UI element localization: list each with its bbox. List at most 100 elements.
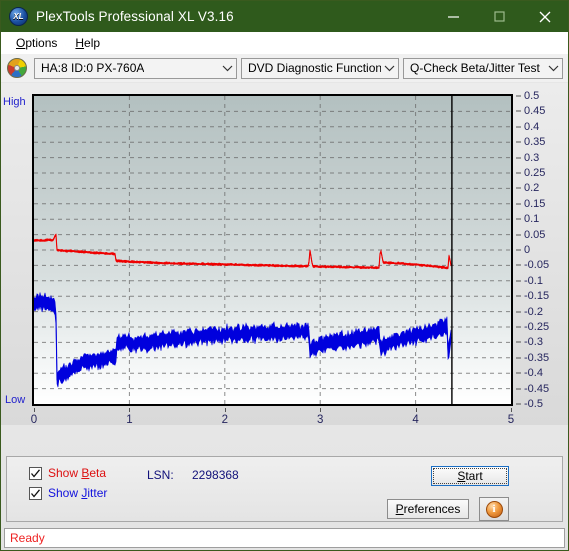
y-tick-label: 0.05 (524, 228, 546, 241)
title-bar: XL PlexTools Professional XL V3.16 (1, 1, 568, 32)
x-tick-label: 5 (507, 414, 515, 426)
y-tick-label: -0.25 (524, 321, 550, 333)
x-tick-label: 1 (126, 414, 133, 426)
y-tick-label: 0.3 (524, 151, 540, 164)
preferences-button[interactable]: Preferences (387, 499, 469, 519)
axis-low-label: Low (5, 394, 26, 406)
y-tick-mark (516, 126, 521, 128)
y-tick-label: -0.4 (524, 367, 543, 380)
x-tick-label: 4 (412, 414, 419, 426)
y-tick-mark (516, 249, 521, 251)
preferences-button-label-rest: references (403, 502, 461, 516)
x-axis: 0 1 2 3 4 5 (1, 408, 569, 430)
y-tick-label: -0.1 (524, 274, 543, 287)
y-tick-label: 0.35 (524, 136, 546, 149)
close-icon[interactable] (522, 1, 568, 32)
plextools-window: XL PlexTools Professional XL V3.16 Optio… (0, 0, 569, 551)
show-jitter-row[interactable]: Show Jitter (29, 486, 107, 500)
x-tick-mark (511, 408, 512, 412)
y-tick-mark (516, 372, 521, 374)
show-beta-checkbox[interactable] (29, 466, 42, 480)
y-tick-label: 0.1 (524, 213, 540, 226)
y-tick-mark (516, 295, 521, 297)
y-tick-label: -0.45 (524, 382, 550, 395)
chevron-down-icon (544, 59, 562, 78)
menu-item-options[interactable]: Options (7, 34, 66, 52)
axis-high-label: High (3, 96, 26, 108)
x-tick-label: 0 (30, 414, 38, 426)
start-button[interactable]: Start (431, 466, 509, 486)
y-tick-mark (516, 218, 521, 220)
x-tick-label: 2 (221, 414, 228, 426)
lsn-label: LSN: (147, 468, 174, 482)
y-tick-mark (516, 141, 521, 143)
y-tick-label: -0.3 (524, 336, 543, 349)
x-tick-mark (129, 408, 131, 412)
start-button-label-rest: tart (465, 469, 483, 483)
x-tick-mark (320, 408, 322, 412)
function-select[interactable]: DVD Diagnostic Functions (241, 57, 399, 79)
plot-area (32, 94, 513, 406)
y-axis: 0.5 0.45 0.4 0.35 0.3 0.25 0.2 0.15 0.1 0.05 0 -0.0… (516, 89, 568, 410)
chart-panel: High Low 0.5 0.45 0.4 0.35 0.3 0.25 0.2 0.15 0.1… (1, 83, 568, 426)
y-tick-mark (516, 357, 521, 359)
y-tick-label: 0.15 (524, 197, 546, 210)
chevron-down-icon (381, 59, 398, 78)
start-button-label: Start (457, 469, 483, 483)
y-tick-mark (516, 110, 521, 112)
beta-jitter-plot (34, 96, 511, 404)
minimize-icon[interactable] (430, 1, 476, 32)
y-tick-label: -0.35 (524, 351, 550, 364)
test-select-value: Q-Check Beta/Jitter Test (410, 61, 540, 75)
lsn-value: 2298368 (192, 468, 239, 482)
y-tick-mark (516, 264, 521, 266)
status-text: Ready (10, 531, 45, 545)
x-tick-label: 3 (316, 414, 324, 426)
menu-item-options-label: ptions (25, 35, 58, 50)
toolbar: HA:8 ID:0 PX-760A DVD Diagnostic Functio… (1, 54, 568, 83)
drive-select-value: HA:8 ID:0 PX-760A (41, 61, 145, 75)
y-tick-label: 0.2 (524, 182, 540, 195)
x-tick-mark (34, 408, 35, 412)
info-icon: i (485, 500, 503, 518)
window-controls (430, 1, 568, 32)
y-tick-label: 0 (524, 244, 531, 256)
y-tick-mark (516, 311, 521, 313)
y-tick-mark (516, 388, 521, 390)
status-bar: Ready (4, 528, 565, 548)
y-tick-mark (516, 341, 521, 343)
show-beta-row[interactable]: Show Beta (29, 466, 106, 480)
y-tick-mark (516, 280, 521, 282)
x-tick-mark (224, 408, 226, 412)
info-button[interactable]: i (479, 497, 509, 521)
options-panel: Show Beta Show Jitter LSN: 2298368 Start… (6, 456, 563, 522)
y-tick-label: 0.4 (524, 120, 540, 133)
show-jitter-label: Show Jitter (48, 486, 108, 500)
menu-item-help[interactable]: Help (66, 34, 109, 52)
x-tick-mark (415, 408, 417, 412)
app-logo-icon: XL (9, 7, 28, 26)
show-jitter-checkbox[interactable] (29, 486, 42, 500)
y-tick-mark (516, 172, 521, 174)
y-tick-mark (516, 403, 521, 405)
function-select-value: DVD Diagnostic Functions (248, 61, 381, 75)
show-jitter-label-rest: itter (87, 486, 108, 500)
window-title: PlexTools Professional XL V3.16 (36, 9, 234, 24)
test-select[interactable]: Q-Check Beta/Jitter Test (403, 57, 563, 79)
show-beta-label-rest: eta (89, 466, 107, 480)
maximize-icon[interactable] (476, 1, 522, 32)
y-tick-mark (516, 326, 521, 328)
menu-item-help-label: elp (84, 35, 101, 50)
show-beta-label: Show Beta (48, 466, 107, 480)
y-tick-label: 0.5 (524, 90, 540, 102)
y-tick-label: -0.05 (524, 259, 550, 272)
y-tick-label: -0.2 (524, 305, 543, 318)
y-tick-mark (516, 203, 521, 205)
disc-icon (7, 58, 27, 78)
chevron-down-icon (218, 59, 236, 78)
y-tick-mark (516, 95, 521, 97)
y-tick-mark (516, 234, 521, 236)
y-tick-label: 0.25 (524, 167, 546, 179)
drive-select[interactable]: HA:8 ID:0 PX-760A (34, 57, 237, 79)
y-tick-mark (516, 187, 521, 189)
